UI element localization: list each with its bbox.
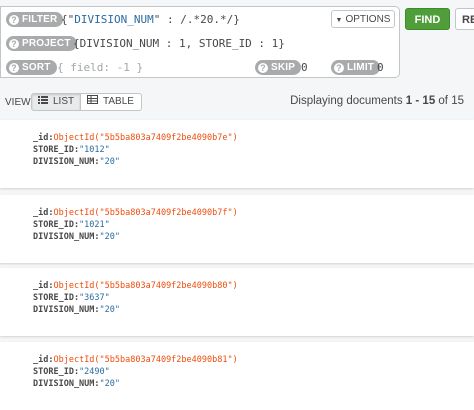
sort-input[interactable]: { field: -1 } <box>57 61 143 74</box>
skip-pill[interactable]: ? SKIP <box>255 60 302 75</box>
info-icon: ? <box>334 62 344 73</box>
store-id-field: STORE_ID:"2490" <box>33 367 110 377</box>
document-card[interactable]: _id:ObjectId("5b5ba803a7409f2be4090b81")… <box>0 342 474 410</box>
options-button[interactable]: ▼ OPTIONS <box>331 10 395 28</box>
id-field: _id:ObjectId("5b5ba803a7409f2be4090b7e") <box>33 133 238 143</box>
filter-rest: " : /.*20.*/} <box>153 13 240 26</box>
project-input[interactable]: {DIVISION_NUM : 1, STORE_ID : 1} <box>73 37 285 50</box>
limit-input[interactable]: 0 <box>377 61 384 74</box>
table-view-button[interactable]: TABLE <box>80 93 142 111</box>
view-label: VIEW <box>5 97 31 108</box>
project-pill[interactable]: ? PROJECT <box>6 36 77 51</box>
sort-label: SORT <box>22 62 51 73</box>
store-id-field: STORE_ID:"1012" <box>33 145 110 155</box>
limit-label: LIMIT <box>347 62 375 73</box>
division-num-field: DIVISION_NUM:"20" <box>33 305 121 315</box>
document-card[interactable]: _id:ObjectId("5b5ba803a7409f2be4090b7e")… <box>0 120 474 188</box>
document-card[interactable]: _id:ObjectId("5b5ba803a7409f2be4090b7f")… <box>0 195 474 263</box>
info-icon: ? <box>9 62 19 73</box>
store-id-field: STORE_ID:"3637" <box>33 293 110 303</box>
id-field: _id:ObjectId("5b5ba803a7409f2be4090b81") <box>33 355 238 365</box>
info-icon: ? <box>9 14 19 25</box>
division-num-field: DIVISION_NUM:"20" <box>33 157 121 167</box>
table-view-label: TABLE <box>103 96 134 107</box>
caret-down-icon: ▼ <box>335 17 343 24</box>
limit-pill[interactable]: ? LIMIT <box>331 60 381 75</box>
query-bar: ? FILTER {"DIVISION_NUM" : /.*20.*/} ▼ OP… <box>0 6 400 78</box>
store-id-field: STORE_ID:"1021" <box>33 220 110 230</box>
list-view-label: LIST <box>53 96 75 107</box>
table-icon <box>87 93 98 111</box>
project-label: PROJECT <box>22 38 71 49</box>
filter-input[interactable]: {"DIVISION_NUM" : /.*20.*/} <box>61 13 240 26</box>
filter-label: FILTER <box>22 14 58 25</box>
skip-label: SKIP <box>271 62 296 73</box>
filter-row: ? FILTER {"DIVISION_NUM" : /.*20.*/} ▼ OP… <box>1 10 399 30</box>
options-label: OPTIONS <box>345 14 391 25</box>
project-row: ? PROJECT {DIVISION_NUM : 1, STORE_ID : … <box>1 34 399 54</box>
skip-input[interactable]: 0 <box>301 61 308 74</box>
filter-key: DIVISION_NUM <box>74 13 154 26</box>
filter-pill[interactable]: ? FILTER <box>6 12 64 27</box>
list-view-button[interactable]: LIST <box>31 93 81 111</box>
document-card[interactable]: _id:ObjectId("5b5ba803a7409f2be4090b80")… <box>0 268 474 336</box>
division-num-field: DIVISION_NUM:"20" <box>33 379 121 389</box>
filter-prefix: {" <box>61 13 75 26</box>
id-field: _id:ObjectId("5b5ba803a7409f2be4090b7f") <box>33 208 238 218</box>
id-field: _id:ObjectId("5b5ba803a7409f2be4090b80") <box>33 281 238 291</box>
reset-button[interactable]: RESET <box>455 8 474 30</box>
division-num-field: DIVISION_NUM:"20" <box>33 232 121 242</box>
sort-row: ? SORT { field: -1 } ? SKIP 0 ? LIMIT 0 <box>1 58 399 78</box>
list-icon <box>38 93 48 111</box>
info-icon: ? <box>258 62 268 73</box>
document-count-status: Displaying documents 1 - 15 of 15 <box>290 95 464 107</box>
info-icon: ? <box>9 38 19 49</box>
find-button[interactable]: FIND <box>405 8 450 30</box>
view-toolbar: VIEW LIST TABLE Displaying documents 1 -… <box>0 88 474 114</box>
sort-pill[interactable]: ? SORT <box>6 60 57 75</box>
